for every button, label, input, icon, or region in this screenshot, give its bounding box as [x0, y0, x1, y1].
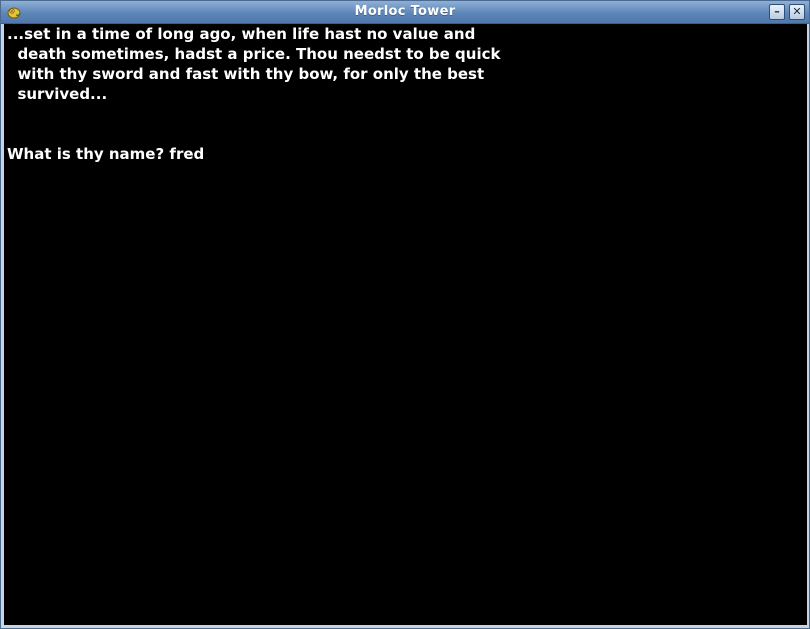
minimize-button[interactable]: –	[769, 4, 785, 20]
game-console-area[interactable]: ...set in a time of long ago, when life …	[4, 24, 807, 625]
name-prompt-row[interactable]: What is thy name? fred	[7, 144, 500, 164]
close-button[interactable]: ✕	[789, 4, 805, 20]
intro-line-1: ...set in a time of long ago, when life …	[7, 25, 476, 43]
console-text: ...set in a time of long ago, when life …	[7, 24, 500, 164]
title-bar[interactable]: Morloc Tower – ✕	[1, 1, 809, 24]
intro-line-3: with thy sword and fast with thy bow, fo…	[7, 65, 485, 83]
game-window: Morloc Tower – ✕ ...set in a time of lon…	[0, 0, 810, 629]
name-prompt-label: What is thy name?	[7, 145, 170, 163]
window-title: Morloc Tower	[354, 4, 456, 19]
name-input-value[interactable]: fred	[169, 145, 204, 163]
intro-line-2: death sometimes, hadst a price. Thou nee…	[7, 45, 501, 63]
intro-line-4: survived...	[7, 85, 108, 103]
